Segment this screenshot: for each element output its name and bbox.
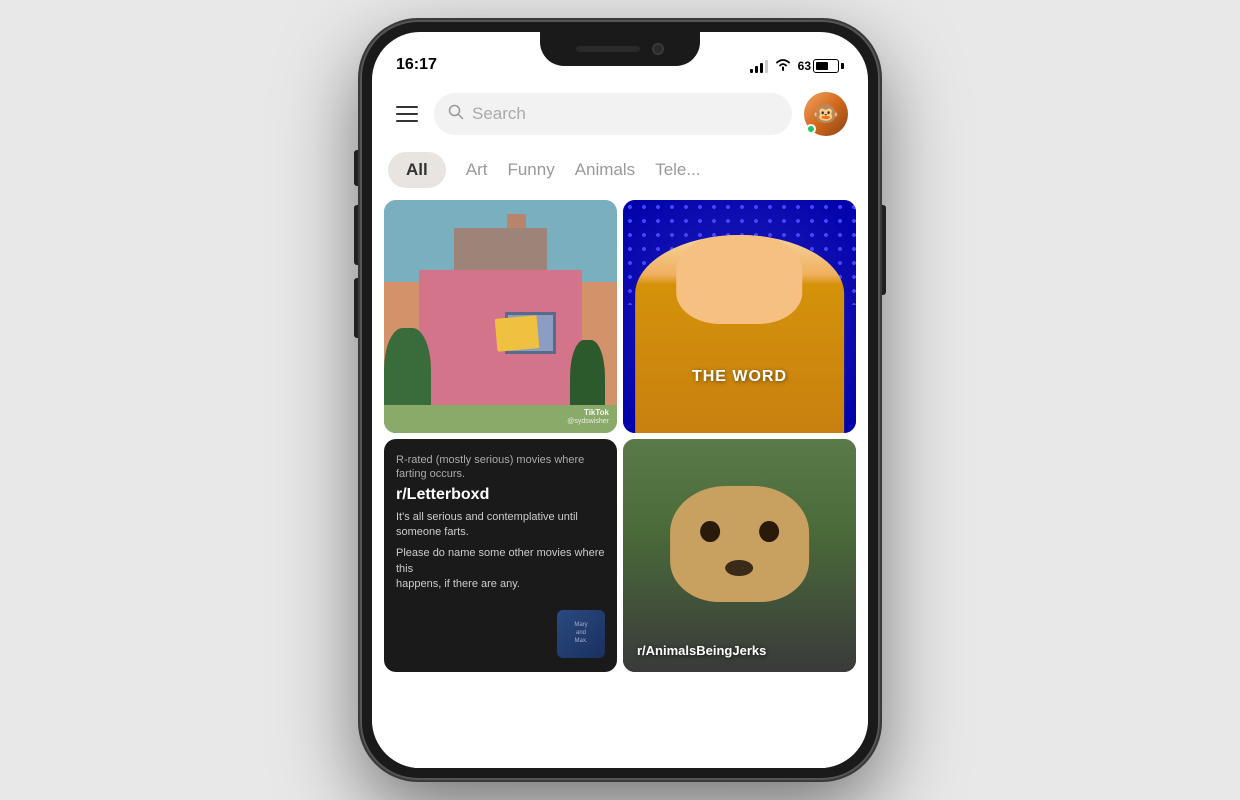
battery-icon: 63 <box>798 59 844 73</box>
tiktok-user: @sydswisher <box>567 418 609 425</box>
card-3-question: Please do name some other movies where t… <box>396 546 605 577</box>
dog-face <box>670 486 810 603</box>
dog-nose <box>726 560 754 576</box>
battery-fill <box>816 62 828 70</box>
person-silhouette <box>635 235 845 433</box>
card-3-body-line1: It's all serious and contemplative until… <box>396 510 605 541</box>
content-grid: TikTok @sydswisher THE WORD <box>372 200 868 672</box>
card-overlay-text: THE WORD <box>623 368 856 386</box>
house-painting <box>384 200 617 433</box>
card-3-body: It's all serious and contemplative until… <box>396 510 605 602</box>
battery-tip <box>841 63 844 69</box>
header: Search 🐵 <box>372 80 868 148</box>
status-icons: 63 <box>750 57 844 74</box>
tiktok-logo: TikTok <box>584 408 609 417</box>
power-button <box>881 205 886 295</box>
avatar-emoji: 🐵 <box>812 101 839 127</box>
search-icon <box>448 104 464 125</box>
menu-line-1 <box>396 106 418 108</box>
front-camera <box>652 43 664 55</box>
movie-poster-label: Mary and Max. <box>574 622 587 645</box>
tab-art[interactable]: Art <box>466 160 488 180</box>
card-3-title-line1: R-rated (mostly serious) movies where <box>396 453 605 467</box>
tab-tele[interactable]: Tele... <box>655 160 700 180</box>
online-status-dot <box>806 124 816 134</box>
card-animals-being-jerks[interactable]: r/AnimalsBeingJerks <box>623 439 856 672</box>
search-bar[interactable]: Search <box>434 93 792 135</box>
tiktok-watermark: TikTok @sydswisher <box>567 408 609 425</box>
volume-up-button <box>354 205 359 265</box>
face-area <box>677 235 803 324</box>
tab-funny[interactable]: Funny <box>507 160 554 180</box>
signal-bar-3 <box>760 63 763 73</box>
dog-eye-right <box>759 521 779 542</box>
menu-line-2 <box>396 113 418 115</box>
card-3-subreddit: r/Letterboxd <box>396 486 605 504</box>
tab-animals[interactable]: Animals <box>575 160 635 180</box>
notch <box>540 32 700 66</box>
card-3-bottom: Mary and Max. <box>396 610 605 658</box>
menu-button[interactable] <box>392 102 422 126</box>
card-4-subreddit: r/AnimalsBeingJerks <box>637 643 766 658</box>
battery-body <box>813 59 839 73</box>
phone-screen: 16:17 63 <box>372 32 868 768</box>
card-2-background: THE WORD <box>623 200 856 433</box>
menu-line-3 <box>396 120 418 122</box>
card-3-title-line2: farting occurs. <box>396 467 605 481</box>
phone-mockup: 16:17 63 <box>360 20 880 780</box>
yellow-element <box>494 315 539 351</box>
speaker <box>576 46 640 52</box>
animal-background <box>623 439 856 672</box>
signal-icon <box>750 59 768 73</box>
mute-button <box>354 150 359 186</box>
volume-down-button <box>354 278 359 338</box>
signal-bar-1 <box>750 69 753 73</box>
battery-percent: 63 <box>798 59 811 73</box>
category-tabs: All Art Funny Animals Tele... <box>372 148 868 200</box>
card-the-word[interactable]: THE WORD <box>623 200 856 433</box>
wifi-icon <box>774 57 792 74</box>
search-placeholder: Search <box>472 104 526 124</box>
tab-all[interactable]: All <box>388 152 446 188</box>
user-avatar-wrapper[interactable]: 🐵 <box>804 92 848 136</box>
movie-poster: Mary and Max. <box>557 610 605 658</box>
house-painting-content <box>384 200 617 433</box>
signal-bar-4 <box>765 60 768 73</box>
card-3-header: R-rated (mostly serious) movies where fa… <box>396 453 605 482</box>
screen-content: Search 🐵 All Art Funny Animals Tele... <box>372 80 868 768</box>
card-3-question2: happens, if there are any. <box>396 577 605 592</box>
card-letterboxd[interactable]: R-rated (mostly serious) movies where fa… <box>384 439 617 672</box>
signal-bar-2 <box>755 66 758 73</box>
dog-eye-left <box>700 521 720 542</box>
card-tiktok-house[interactable]: TikTok @sydswisher <box>384 200 617 433</box>
